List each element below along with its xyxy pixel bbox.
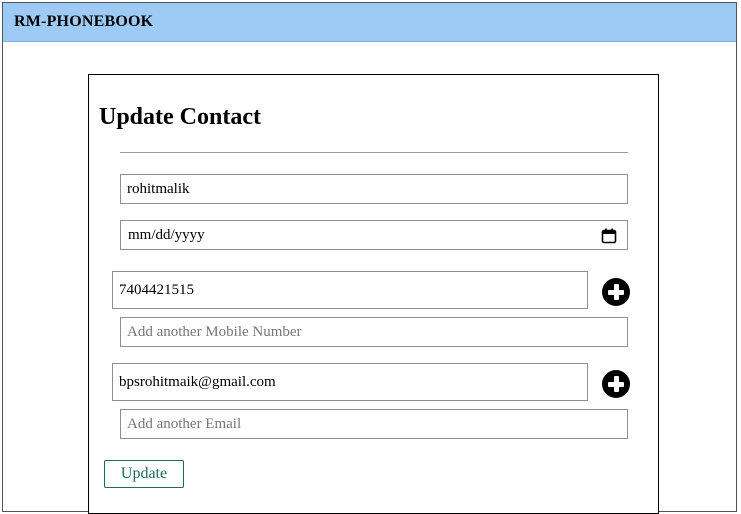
update-button[interactable]: Update (104, 460, 184, 488)
name-input[interactable] (120, 174, 628, 204)
plus-circle-icon[interactable] (602, 370, 630, 398)
update-contact-card: Update Contact mm/dd/yyyy Update (88, 74, 659, 514)
divider (120, 152, 628, 153)
brand-title[interactable]: RM-PHONEBOOK (14, 13, 153, 31)
calendar-icon[interactable] (601, 228, 617, 244)
date-input[interactable]: mm/dd/yyyy (120, 220, 628, 250)
add-email-input[interactable] (120, 409, 628, 439)
plus-circle-icon[interactable] (602, 278, 630, 306)
app-window: RM-PHONEBOOK Update Contact mm/dd/yyyy U… (2, 2, 737, 514)
email-input[interactable] (112, 363, 588, 401)
navbar: RM-PHONEBOOK (3, 3, 736, 42)
date-placeholder: mm/dd/yyyy (128, 227, 205, 243)
mobile-input[interactable] (112, 271, 588, 309)
add-mobile-input[interactable] (120, 317, 628, 347)
page-title: Update Contact (99, 104, 261, 130)
